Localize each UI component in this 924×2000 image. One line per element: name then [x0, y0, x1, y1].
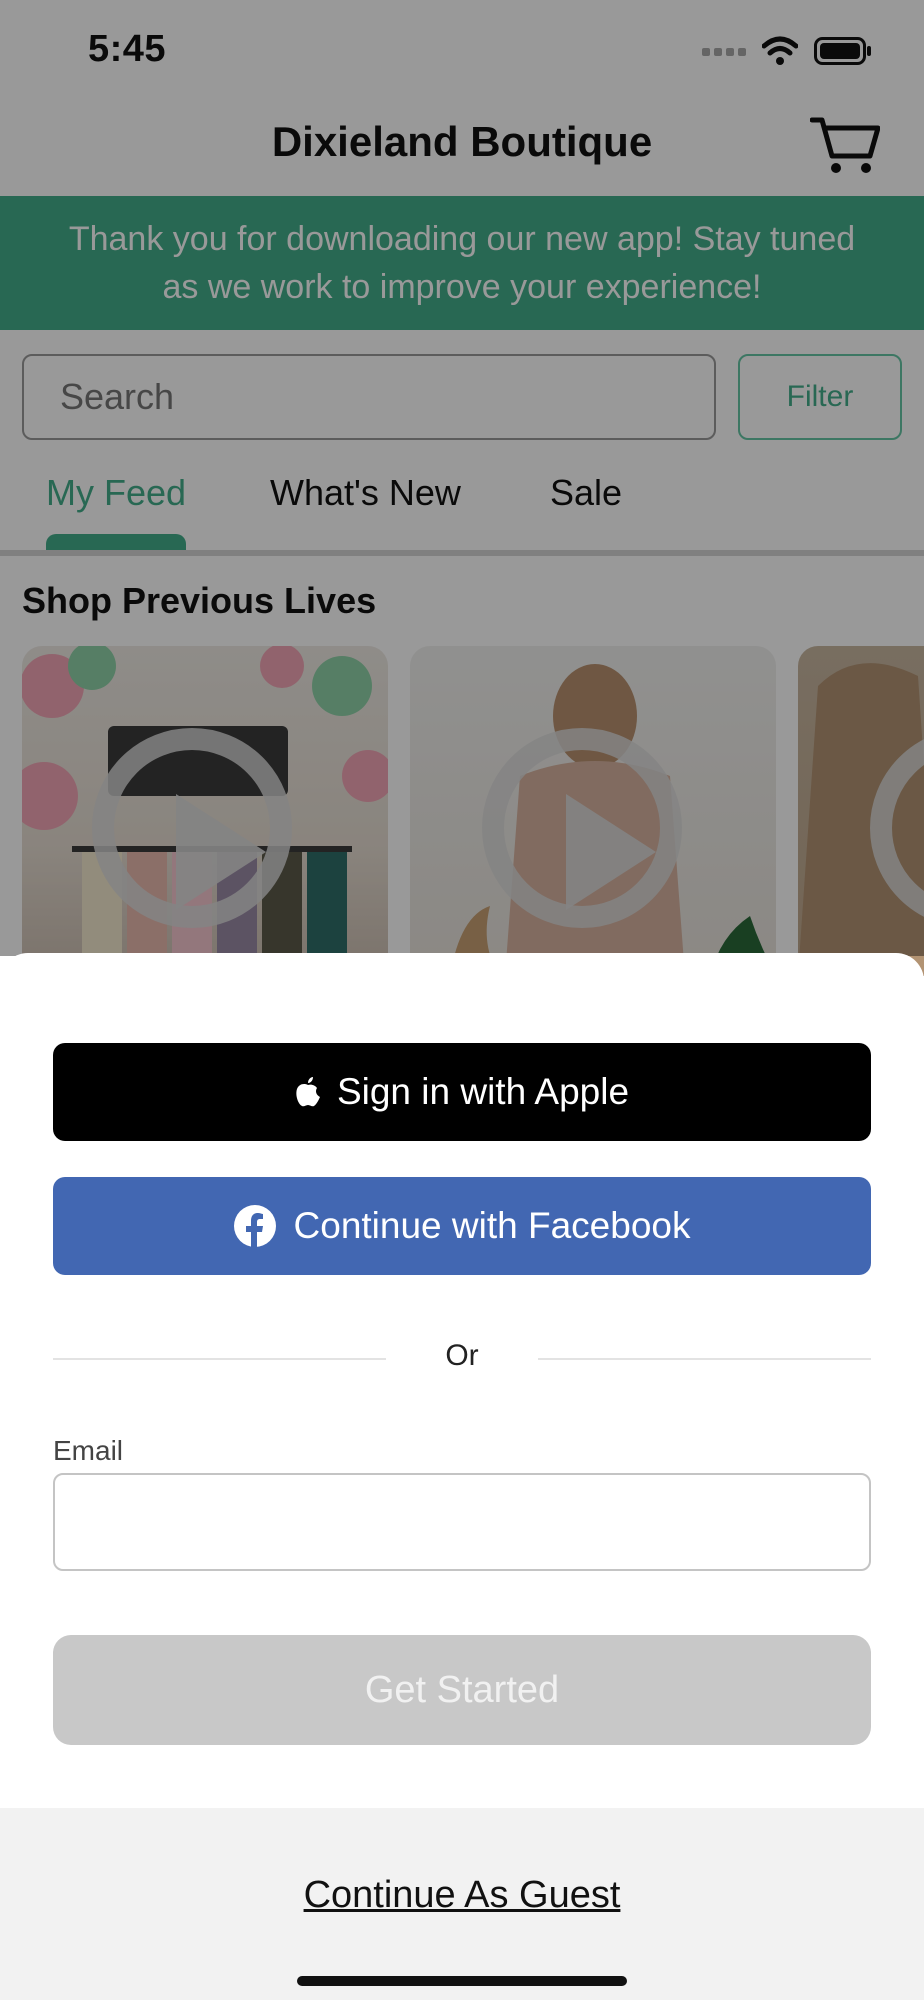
- continue-as-guest-link[interactable]: Continue As Guest: [0, 1874, 924, 1917]
- sign-in-sheet: Sign in with Apple Continue with Faceboo…: [0, 953, 924, 2000]
- sign-in-with-apple-button[interactable]: Sign in with Apple: [53, 1043, 871, 1141]
- apple-button-label: Sign in with Apple: [336, 1071, 630, 1112]
- get-started-button[interactable]: Get Started: [53, 1635, 871, 1745]
- email-label: Email: [53, 1435, 124, 1466]
- facebook-icon: [233, 1205, 276, 1247]
- continue-with-facebook-button[interactable]: Continue with Facebook: [53, 1177, 871, 1275]
- or-separator: Or: [445, 1339, 479, 1372]
- email-field[interactable]: [53, 1473, 871, 1571]
- divider-right: [538, 1358, 871, 1360]
- facebook-button-label: Continue with Facebook: [293, 1205, 691, 1246]
- guest-section: Continue As Guest: [0, 1808, 924, 2000]
- home-indicator: [297, 1976, 627, 1986]
- apple-icon: [296, 1077, 320, 1107]
- modal-backdrop[interactable]: [0, 0, 924, 956]
